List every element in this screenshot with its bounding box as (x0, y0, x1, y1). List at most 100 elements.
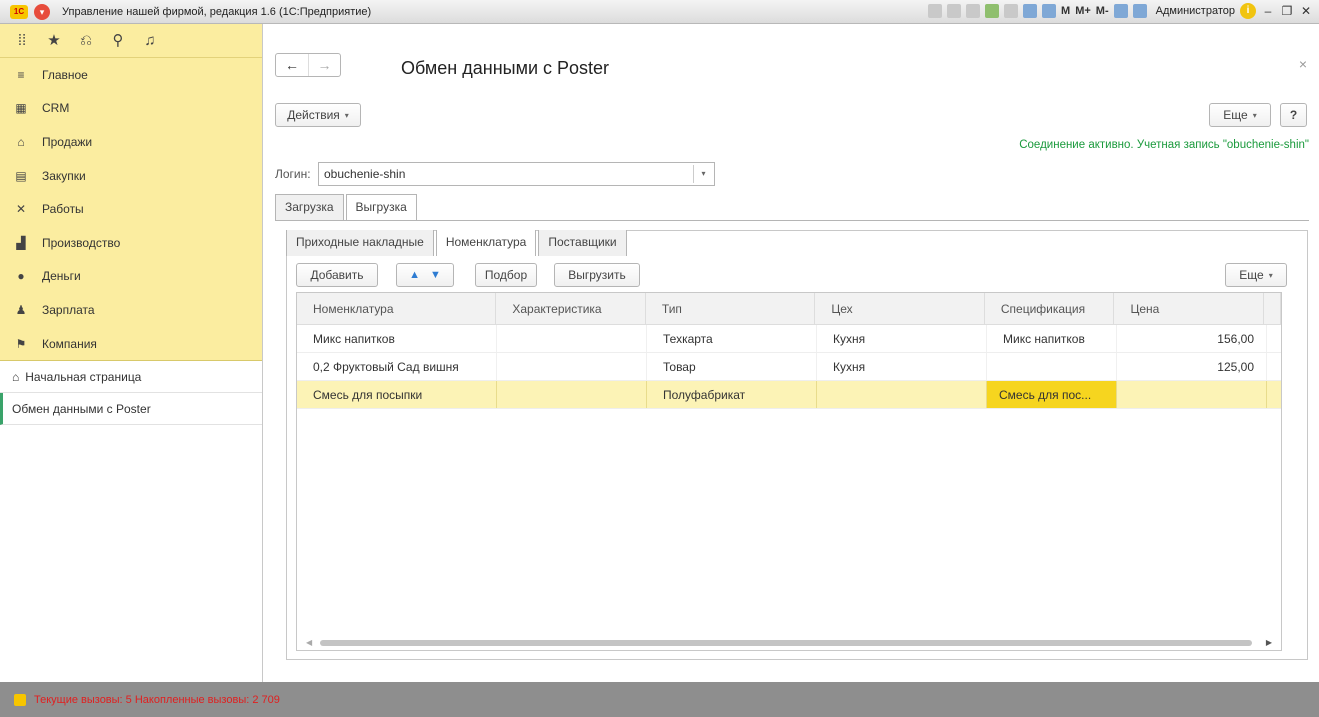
tab-upload[interactable]: Выгрузка (345, 194, 417, 221)
people-icon: ♟ (15, 302, 27, 317)
table-more-button[interactable]: Еще ▾ (1225, 263, 1287, 287)
column-header[interactable]: Тип (646, 293, 816, 324)
sidebar-item-salary[interactable]: ♟ Зарплата (0, 293, 262, 327)
cart-icon: ⌂ (17, 134, 25, 149)
window-title: Управление нашей фирмой, редакция 1.6 (1… (62, 5, 372, 18)
table-row[interactable]: Микс напитков Техкарта Кухня Микс напитк… (297, 325, 1281, 353)
login-label: Логин: (275, 167, 311, 181)
cell-type: Полуфабрикат (647, 381, 817, 408)
upload-icon[interactable] (985, 4, 1000, 18)
help-button[interactable]: ? (1280, 103, 1307, 127)
move-up-icon[interactable]: ▲ (409, 269, 420, 281)
close-form-icon[interactable]: × (1299, 56, 1307, 72)
nav-buttons: ← → (275, 53, 341, 77)
sidebar-item-company[interactable]: ⚑ Компания (0, 327, 262, 361)
table-row[interactable]: 0,2 Фруктовый Сад вишня Товар Кухня 125,… (297, 353, 1281, 381)
form-title: Обмен данными с Poster (401, 58, 610, 78)
main-menu-icon[interactable]: ▾ (34, 3, 50, 20)
scroll-left-icon[interactable]: ◀ (306, 638, 312, 647)
sidebar-toolbar: ⁞⁞ ★ ⎌ ⚲ ♫ (0, 24, 262, 58)
actions-button[interactable]: Действия ▾ (275, 103, 361, 127)
zoom-icon[interactable] (1113, 4, 1128, 18)
scroll-thumb[interactable] (320, 640, 1252, 646)
calendar-icon[interactable] (1042, 4, 1057, 18)
sidebar-home-link[interactable]: ⌂ Начальная страница (0, 361, 262, 394)
restore-icon[interactable]: ❐ (1280, 4, 1294, 18)
sidebar-item-works[interactable]: ✕ Работы (0, 192, 262, 226)
cell-type: Техкарта (647, 325, 817, 352)
sidebar-item-sales[interactable]: ⌂ Продажи (0, 125, 262, 159)
cell-nomenclature: Микс напитков (297, 325, 497, 352)
horizontal-scrollbar[interactable]: ◀ ▶ (306, 636, 1272, 650)
contacts-icon: ▦ (15, 101, 27, 116)
tab-load[interactable]: Загрузка (275, 194, 344, 220)
move-down-icon[interactable]: ▼ (430, 269, 441, 281)
chevron-down-icon: ▾ (1252, 110, 1257, 120)
column-header[interactable]: Спецификация (985, 293, 1115, 324)
print-icon[interactable] (947, 4, 962, 18)
column-header[interactable]: Цена (1114, 293, 1265, 324)
column-header[interactable]: Характеристика (496, 293, 646, 324)
save-icon[interactable] (928, 4, 943, 18)
window-title-bar: 1С ▾ Управление нашей фирмой, редакция 1… (0, 0, 1319, 24)
cell-price: 156,00 (1117, 325, 1267, 352)
cell-specification-active[interactable]: Смесь для пос... (987, 381, 1117, 408)
sidebar-item-purchases[interactable]: ▤ Закупки (0, 159, 262, 193)
cell-nomenclature: Смесь для посыпки (297, 381, 497, 408)
close-window-icon[interactable]: ✕ (1299, 4, 1313, 18)
memory-m-minus-button[interactable]: M- (1096, 5, 1109, 17)
tab-nomenclature[interactable]: Номенклатура (435, 230, 537, 256)
cell-price: 125,00 (1117, 353, 1267, 380)
cell-characteristic (497, 353, 647, 380)
chevron-down-icon: ▾ (344, 110, 349, 120)
forward-arrow-icon[interactable]: → (308, 54, 340, 76)
search-icon[interactable]: ⚲ (110, 32, 126, 49)
home-icon: ⌂ (12, 369, 20, 384)
copy-icon[interactable] (1004, 4, 1019, 18)
tab-suppliers[interactable]: Поставщики (538, 230, 627, 256)
factory-icon: ▟ (16, 235, 26, 250)
history-icon[interactable]: ⎌ (78, 32, 94, 49)
cell-nomenclature: 0,2 Фруктовый Сад вишня (297, 353, 497, 380)
sidebar: ⁞⁞ ★ ⎌ ⚲ ♫ ≡ Главное ▦ CRM ⌂ Продажи ▤ З… (0, 24, 263, 682)
info-icon[interactable]: i (1240, 3, 1256, 19)
calculator-icon[interactable] (1023, 4, 1038, 18)
preview-icon[interactable] (966, 4, 981, 18)
sidebar-open-form[interactable]: Обмен данными с Poster (0, 393, 262, 426)
sidebar-item-production[interactable]: ▟ Производство (0, 226, 262, 260)
connection-status: Соединение активно. Учетная запись "obuc… (1019, 139, 1309, 151)
back-arrow-icon[interactable]: ← (276, 54, 308, 76)
sidebar-item-main[interactable]: ≡ Главное (0, 58, 262, 92)
favorites-star-icon[interactable]: ★ (46, 32, 62, 49)
column-header[interactable]: Номенклатура (297, 293, 497, 324)
sidebar-item-crm[interactable]: ▦ CRM (0, 92, 262, 126)
upload-button[interactable]: Выгрузить (554, 263, 640, 287)
current-user[interactable]: Администратор (1156, 5, 1235, 17)
main-tabs: Загрузка Выгрузка (275, 194, 419, 221)
memory-m-plus-button[interactable]: M+ (1075, 5, 1091, 17)
more-button[interactable]: Еще ▾ (1209, 103, 1271, 127)
login-field[interactable]: obuchenie-shin (318, 162, 715, 186)
tools-icon: ✕ (15, 202, 27, 217)
chevron-down-icon: ▾ (1268, 270, 1273, 280)
sidebar-item-money[interactable]: ● Деньги (0, 260, 262, 294)
status-bar: Текущие вызовы: 5 Накопленные вызовы: 2 … (0, 682, 1319, 717)
cell-specification: Микс напитков (987, 325, 1117, 352)
select-button[interactable]: Подбор (475, 263, 537, 287)
tab-incoming-invoices[interactable]: Приходные накладные (286, 230, 434, 256)
apps-grid-icon[interactable]: ⁞⁞ (14, 32, 30, 49)
calls-icon (14, 693, 26, 706)
add-button[interactable]: Добавить (296, 263, 378, 287)
cell-characteristic (497, 381, 647, 408)
login-dropdown-icon[interactable]: ▾ (693, 165, 713, 183)
table-header: Номенклатура Характеристика Тип Цех Спец… (297, 293, 1281, 325)
nomenclature-table: Номенклатура Характеристика Тип Цех Спец… (296, 292, 1282, 651)
minimize-icon[interactable]: – (1261, 4, 1275, 18)
money-icon: ● (17, 269, 25, 284)
scroll-right-icon[interactable]: ▶ (1266, 638, 1272, 647)
column-header[interactable]: Цех (815, 293, 985, 324)
memory-m-button[interactable]: M (1061, 5, 1070, 17)
table-row-selected[interactable]: Смесь для посыпки Полуфабрикат Смесь для… (297, 381, 1281, 409)
panels-icon[interactable] (1132, 4, 1147, 18)
bell-icon[interactable]: ♫ (142, 32, 158, 49)
